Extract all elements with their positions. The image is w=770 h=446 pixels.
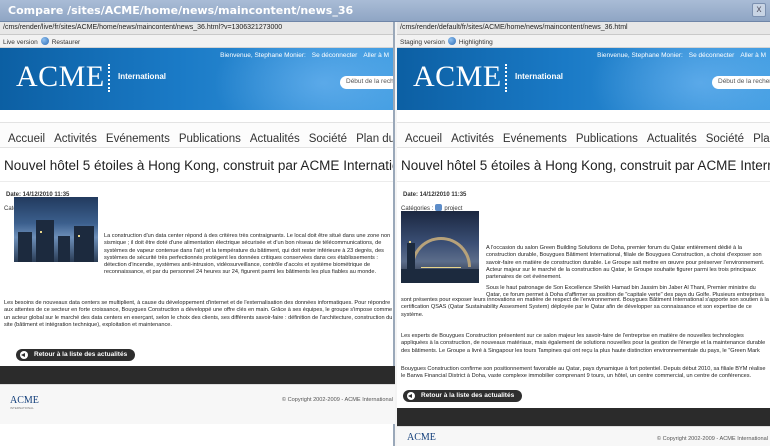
live-article-body-2: Les besoins de nouveaux data centers se … — [4, 300, 395, 334]
live-url: /cms/render/live/fr/sites/ACME/home/news… — [0, 22, 393, 35]
live-article-body: La construction d'un data center répond … — [104, 233, 395, 293]
article: Nouvel hôtel 5 étoiles à Hong Kong, cons… — [397, 148, 770, 212]
article-categories: Catégories :project — [397, 198, 770, 212]
staging-mode-bar: Staging version Highlighting — [397, 35, 770, 48]
staging-mode-label: Staging version — [400, 39, 445, 46]
logo-separator — [108, 64, 110, 92]
goto-link[interactable]: Aller à M — [740, 52, 766, 59]
search-input[interactable]: Début de la recherche — [340, 76, 393, 89]
body-paragraph: Bouygues Construction confirme son posit… — [401, 366, 766, 380]
window-titlebar[interactable]: Compare /sites/ACME/home/news/mainconten… — [0, 0, 770, 22]
back-button-label: Retour à la liste des actualités — [421, 392, 515, 399]
article-headline: Nouvel hôtel 5 étoiles à Hong Kong, cons… — [0, 148, 393, 182]
body-paragraph: La construction d'un data center répond … — [104, 233, 391, 276]
nav-item-publications[interactable]: Publications — [576, 133, 638, 145]
nav-item-actualites[interactable]: Actualités — [647, 133, 697, 145]
nav-item-societe[interactable]: Société — [309, 133, 347, 145]
back-arrow-icon — [20, 351, 28, 359]
back-button-label: Retour à la liste des actualités — [34, 351, 128, 358]
restore-link[interactable]: Restaurer — [52, 39, 81, 46]
back-arrow-icon — [407, 392, 415, 400]
staging-article-body-4: Bouygues Construction confirme son posit… — [401, 366, 770, 381]
back-to-news-button[interactable]: Retour à la liste des actualités — [16, 349, 136, 361]
highlighting-link[interactable]: Highlighting — [459, 39, 493, 46]
restore-icon[interactable] — [40, 37, 49, 45]
staging-article-body-3: Les experts de Bouygues Construction pré… — [401, 333, 770, 355]
back-to-news-button[interactable]: Retour à la liste des actualités — [403, 390, 523, 402]
site-footer: ACME INTERNATIONAL © Copyright 2002-2009… — [0, 384, 395, 424]
article-headline: Nouvel hôtel 5 étoiles à Hong Kong, cons… — [397, 148, 770, 182]
copyright: © Copyright 2002-2009 - ACME Internation… — [281, 397, 393, 403]
welcome-text: Bienvenue, Stephane Monier: — [597, 52, 683, 59]
nav-item-accueil[interactable]: Accueil — [8, 133, 45, 145]
staging-article-body-2b: Sous le haut patronage de Son Excellence… — [401, 297, 770, 319]
footer-logo[interactable]: ACME — [407, 432, 436, 443]
logo-subtitle: International — [515, 72, 564, 81]
nav-item-activites[interactable]: Activités — [451, 133, 494, 145]
nav-item-activites[interactable]: Activités — [54, 133, 97, 145]
nav-item-societe[interactable]: Société — [706, 133, 744, 145]
live-mode-bar: Live version Restaurer — [0, 35, 393, 48]
welcome-text: Bienvenue, Stephane Monier: — [220, 52, 306, 59]
logo-separator — [505, 64, 507, 92]
nav-item-publications[interactable]: Publications — [179, 133, 241, 145]
site-footer: ACME © Copyright 2002-2009 - ACME Intern… — [397, 426, 770, 446]
nav-item-plan-du-site[interactable]: Plan du site — [753, 133, 770, 145]
nav-item-evenements[interactable]: Evénements — [503, 133, 567, 145]
footer-strip — [397, 408, 770, 426]
highlight-icon[interactable] — [447, 37, 456, 45]
site-banner: ACME International Bienvenue, Stephane M… — [0, 48, 393, 110]
staging-url: /cms/render/default/fr/sites/ACME/home/n… — [397, 22, 770, 35]
body-paragraph: Sous le haut patronage de Son Excellence… — [401, 297, 769, 318]
acme-logo[interactable]: ACME — [16, 60, 105, 94]
nav-item-evenements[interactable]: Evénements — [106, 133, 170, 145]
goto-link[interactable]: Aller à M — [363, 52, 389, 59]
nav-item-accueil[interactable]: Accueil — [405, 133, 442, 145]
copyright: © Copyright 2002-2009 - ACME Internation… — [656, 436, 768, 442]
close-icon[interactable]: x — [752, 3, 766, 17]
footer-logo-subtitle: INTERNATIONAL — [10, 406, 34, 410]
data-center-image — [14, 197, 98, 262]
footer-logo[interactable]: ACME — [10, 395, 39, 406]
logout-link[interactable]: Se déconnecter — [689, 52, 735, 59]
body-paragraph: Les besoins de nouveaux data centers se … — [4, 300, 393, 328]
logout-link[interactable]: Se déconnecter — [312, 52, 358, 59]
nav-item-actualites[interactable]: Actualités — [250, 133, 300, 145]
compare-window: Compare /sites/ACME/home/news/mainconten… — [0, 0, 770, 446]
logo-subtitle: International — [118, 72, 167, 81]
body-paragraph: Les experts de Bouygues Construction pré… — [401, 333, 766, 355]
main-nav: Accueil Activités Evénements Publications Ac… — [397, 122, 770, 148]
main-nav: Accueil Activités Evénements Publications Ac… — [0, 122, 393, 148]
tag-icon — [435, 204, 443, 211]
article-date: Date: 14/12/2010 11:35 — [403, 192, 467, 198]
site-banner: ACME International Bienvenue, Stephane M… — [397, 48, 770, 110]
nav-item-plan-du-site[interactable]: Plan du site — [356, 133, 393, 145]
footer-strip — [0, 366, 395, 384]
article-date: Date: 14/12/2010 11:35 — [6, 192, 70, 198]
user-welcome: Bienvenue, Stephane Monier: Se déconnecte… — [214, 52, 389, 59]
acme-logo[interactable]: ACME — [413, 60, 502, 94]
body-paragraph: A l'occasion du salon Green Building Sol… — [486, 245, 765, 281]
staging-article-body: A l'occasion du salon Green Building Sol… — [486, 245, 770, 281]
window-title: Compare /sites/ACME/home/news/mainconten… — [8, 4, 354, 17]
live-mode-label: Live version — [3, 39, 38, 46]
search-input[interactable]: Début de la recherche — [712, 76, 770, 89]
harbour-bridge-image — [401, 211, 479, 283]
user-welcome: Bienvenue, Stephane Monier: Se déconnecte… — [591, 52, 766, 59]
